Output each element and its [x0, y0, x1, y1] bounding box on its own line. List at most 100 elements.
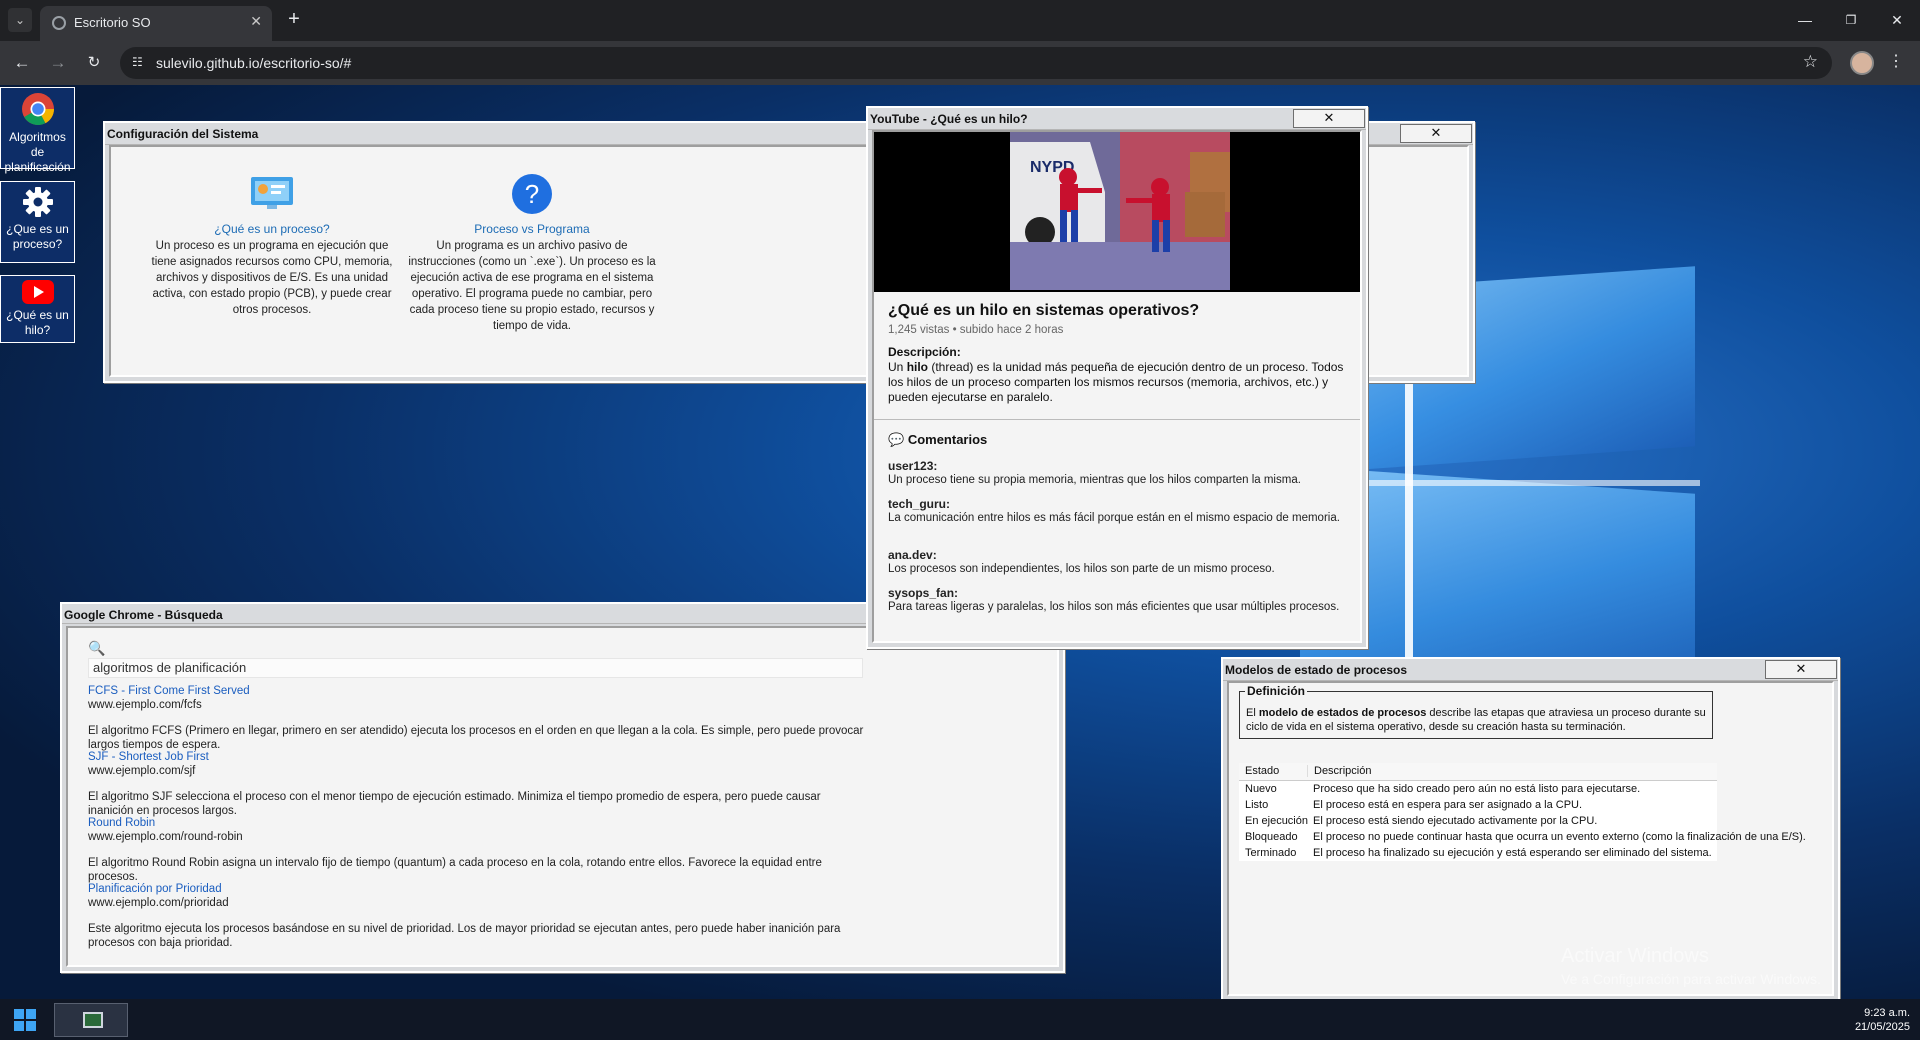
desktop-icon-label: ¿Que es un proceso?: [6, 222, 69, 251]
table-row: Listo El proceso está en espera para ser…: [1239, 797, 1717, 813]
windows-start-icon[interactable]: [14, 1009, 36, 1031]
cell-descripcion: El proceso ha finalizado su ejecución y …: [1313, 847, 1712, 859]
header-estado: Estado: [1245, 765, 1280, 777]
video-description: Descripción: Un hilo (thread) es la unid…: [888, 345, 1348, 405]
new-tab-button[interactable]: +: [282, 8, 306, 32]
config-item-proceso[interactable]: ¿Qué es un proceso? Un proceso es un pro…: [147, 173, 397, 318]
minimize-window-button[interactable]: —: [1782, 0, 1828, 41]
taskbar-app-button[interactable]: [54, 1003, 128, 1037]
address-bar[interactable]: ☷ sulevilo.github.io/escritorio-so/# ☆: [120, 47, 1832, 79]
watermark-subtitle: Ve a Configuración para activar Windows.: [1561, 971, 1821, 987]
cell-estado: Terminado: [1245, 847, 1297, 859]
system-clock[interactable]: 9:23 a.m. 21/05/2025: [1855, 1006, 1910, 1034]
window-title: Google Chrome - Búsqueda: [64, 608, 223, 622]
profile-avatar[interactable]: [1850, 51, 1874, 75]
comment-item: ana.dev: Los procesos son independientes…: [888, 548, 1348, 576]
comment-user: ana.dev:: [888, 548, 937, 562]
result-url: www.ejemplo.com/prioridad: [88, 897, 229, 909]
cell-estado: Listo: [1245, 799, 1269, 811]
bookmark-star-icon[interactable]: ☆: [1803, 52, 1818, 72]
cell-descripcion: El proceso está siendo ejecutado activam…: [1313, 815, 1598, 827]
cell-descripcion: Proceso que ha sido creado pero aún no e…: [1313, 783, 1641, 795]
table-row: Nuevo Proceso que ha sido creado pero aú…: [1239, 781, 1717, 797]
search-window: Google Chrome - Búsqueda 🔍 algoritmos de…: [60, 602, 1065, 973]
dashboard-icon: [251, 177, 293, 209]
cell-estado: Bloqueado: [1245, 831, 1298, 843]
result-title[interactable]: SJF - Shortest Job First: [88, 750, 868, 764]
browser-toolbar: ← → ↻ ☷ sulevilo.github.io/escritorio-so…: [0, 41, 1920, 85]
youtube-body: NYPD ¿Qué es un hilo en sistemas operati…: [872, 130, 1362, 643]
url-text[interactable]: sulevilo.github.io/escritorio-so/#: [156, 55, 351, 71]
cell-descripcion: El proceso está en espera para ser asign…: [1313, 799, 1583, 811]
config-link[interactable]: Proceso vs Programa: [407, 221, 657, 237]
youtube-window: YouTube - ¿Qué es un hilo? ✕ NYPD ¿Qué e…: [866, 106, 1368, 649]
desktop-icon-label: ¿Qué es un hilo?: [6, 308, 69, 337]
table-header: Estado Descripción: [1239, 763, 1717, 781]
desktop: Algoritmos de planificación ¿Que es un p…: [0, 85, 1920, 999]
states-table: Estado Descripción Nuevo Proceso que ha …: [1239, 763, 1806, 861]
svg-text:?: ?: [525, 179, 539, 209]
result-title[interactable]: FCFS - First Come First Served: [88, 684, 868, 698]
browser-tab-strip: ⌄ Escritorio SO ✕ + — ❐ ✕: [0, 0, 1920, 41]
search-result: SJF - Shortest Job First www.ejemplo.com…: [88, 750, 868, 818]
config-link[interactable]: ¿Qué es un proceso?: [147, 221, 397, 237]
desktop-icon-proceso[interactable]: ¿Que es un proceso?: [0, 181, 75, 263]
clock-date: 21/05/2025: [1854, 1021, 1910, 1033]
result-url: www.ejemplo.com/fcfs: [88, 699, 202, 711]
close-window-button[interactable]: ✕: [1874, 0, 1920, 41]
comment-text: Un proceso tiene su propia memoria, mien…: [888, 474, 1301, 486]
forward-button[interactable]: →: [46, 51, 70, 75]
search-body: 🔍 algoritmos de planificación FCFS - Fir…: [66, 626, 1059, 967]
definition-text: El modelo de estados de procesos describ…: [1246, 706, 1706, 734]
search-icon: 🔍: [88, 640, 106, 656]
desktop-icon-hilo[interactable]: ¿Qué es un hilo?: [0, 275, 75, 343]
description-text-post: (thread) es la unidad más pequeña de eje…: [888, 360, 1344, 404]
comment-item: user123: Un proceso tiene su propia memo…: [888, 459, 1348, 487]
comments-title: Comentarios: [907, 432, 988, 447]
result-title[interactable]: Round Robin: [88, 816, 868, 830]
back-button[interactable]: ←: [10, 51, 34, 75]
watermark-title: Activar Windows: [1561, 945, 1709, 967]
youtube-titlebar[interactable]: YouTube - ¿Qué es un hilo? ✕: [868, 108, 1366, 130]
video-player[interactable]: NYPD: [874, 132, 1360, 292]
search-input[interactable]: algoritmos de planificación: [88, 658, 863, 678]
config-item-vs[interactable]: ? Proceso vs Programa Un programa es un …: [407, 173, 657, 334]
cell-estado: Nuevo: [1245, 783, 1277, 795]
comment-user: tech_guru:: [888, 497, 951, 511]
result-title[interactable]: Planificación por Prioridad: [88, 882, 868, 896]
definition-box: Definición El modelo de estados de proce…: [1239, 684, 1713, 739]
close-button[interactable]: ✕: [1765, 660, 1837, 679]
states-titlebar[interactable]: Modelos de estado de procesos ✕: [1223, 659, 1838, 681]
video-meta: 1,245 vistas • subido hace 2 horas: [888, 324, 1064, 336]
menu-kebab-icon[interactable]: ⋮: [1888, 51, 1904, 71]
youtube-icon: [21, 280, 54, 304]
chrome-icon: [21, 93, 54, 125]
window-title: Configuración del Sistema: [107, 127, 259, 141]
tab-search-button[interactable]: ⌄: [8, 8, 32, 32]
comment-text: La comunicación entre hilos es más fácil…: [888, 512, 1340, 524]
taskbar: 9:23 a.m. 21/05/2025: [0, 999, 1920, 1040]
video-title: ¿Qué es un hilo en sistemas operativos?: [888, 302, 1200, 319]
spiderman-meme-image: NYPD: [1010, 132, 1230, 290]
restore-window-button[interactable]: ❐: [1828, 0, 1874, 41]
result-url: www.ejemplo.com/round-robin: [88, 831, 243, 843]
close-button[interactable]: ✕: [1293, 109, 1365, 128]
result-desc: El algoritmo Round Robin asigna un inter…: [88, 857, 822, 883]
globe-icon: [52, 16, 66, 30]
browser-tab[interactable]: Escritorio SO ✕: [40, 6, 272, 41]
result-desc: Este algoritmo ejecuta los procesos basá…: [88, 923, 841, 949]
search-result: FCFS - First Come First Served www.ejemp…: [88, 684, 868, 752]
close-button[interactable]: ✕: [1400, 124, 1472, 143]
activation-watermark: Activar Windows Ve a Configuración para …: [1561, 945, 1821, 987]
config-text: Un proceso es un programa en ejecución q…: [151, 240, 393, 316]
close-tab-icon[interactable]: ✕: [250, 13, 262, 30]
window-title: Modelos de estado de procesos: [1225, 663, 1408, 677]
cell-descripcion: El proceso no puede continuar hasta que …: [1313, 831, 1806, 843]
reload-button[interactable]: ↻: [82, 51, 106, 75]
comment-text: Para tareas ligeras y paralelas, los hil…: [888, 601, 1340, 613]
desktop-icon-algoritmos[interactable]: Algoritmos de planificación: [0, 87, 75, 174]
description-bold: hilo: [906, 360, 929, 374]
comments-header: 💬 Comentarios: [888, 432, 987, 448]
site-info-icon[interactable]: ☷: [132, 55, 143, 69]
video-thumbnail[interactable]: NYPD: [1010, 132, 1230, 290]
